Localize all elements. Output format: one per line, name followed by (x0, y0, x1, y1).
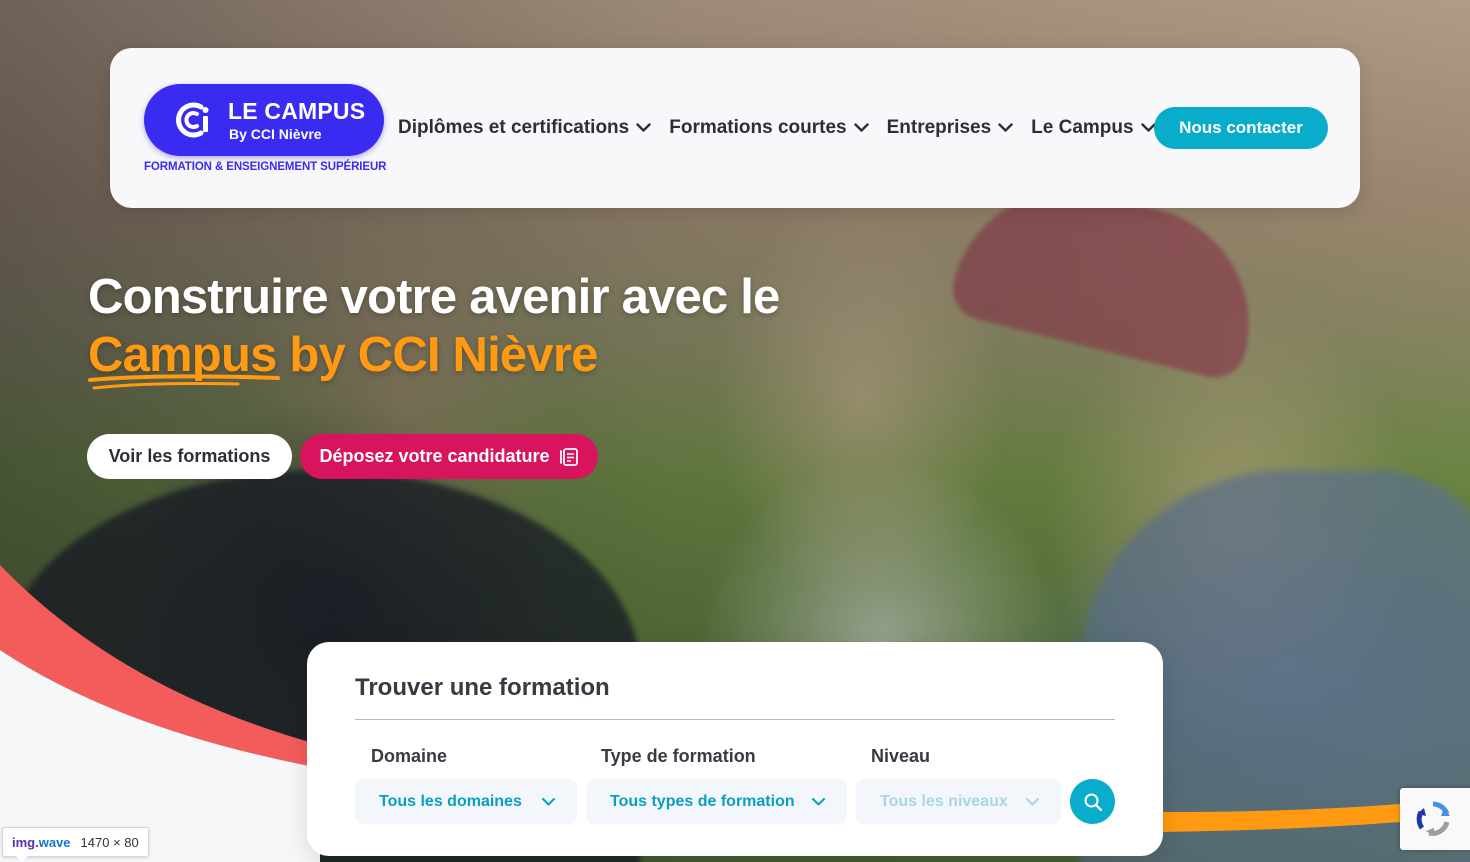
nav-item-label: Formations courtes (669, 117, 847, 138)
search-title: Trouver une formation (355, 674, 610, 701)
chevron-down-icon (542, 797, 555, 805)
logo-tagline: FORMATION & ENSEIGNEMENT SUPÉRIEUR (144, 161, 387, 173)
recaptcha-badge[interactable] (1400, 788, 1470, 850)
search-divider (355, 719, 1115, 720)
logo-badge: LE CAMPUS By CCI Nièvre (144, 84, 384, 156)
domaine-select[interactable]: Tous les domaines (355, 779, 577, 824)
domaine-label: Domaine (371, 746, 448, 766)
nav-item-entreprises[interactable]: Entreprises (887, 117, 1014, 139)
site-header: LE CAMPUS By CCI Nièvre FORMATION & ENSE… (110, 48, 1360, 208)
type-formation-select[interactable]: Tous types de formation (586, 779, 847, 824)
imgwave-tooltip: img.wave 1470 × 80 (2, 827, 149, 862)
chevron-down-icon (1026, 797, 1039, 805)
nav-item-diplomes[interactable]: Diplômes et certifications (398, 117, 651, 139)
chevron-down-icon (998, 123, 1013, 132)
chevron-down-icon (853, 123, 869, 132)
nav-item-label: Le Campus (1031, 117, 1134, 138)
nav-item-label: Diplômes et certifications (398, 117, 630, 138)
logo-title: LE CAMPUS (228, 98, 366, 124)
hero-headline: Construire votre avenir avec le Campus b… (88, 268, 848, 384)
niveau-value: Tous les niveaux (880, 792, 1008, 810)
type-formation-value: Tous types de formation (610, 792, 795, 810)
imgwave-dimensions: 1470 × 80 (80, 834, 139, 850)
niveau-label: Niveau (871, 746, 931, 766)
logo-subtitle: By CCI Nièvre (229, 126, 322, 142)
nav-item-le-campus[interactable]: Le Campus (1031, 117, 1156, 139)
search-formation-card: Trouver une formation Domaine Tous les d… (307, 642, 1163, 856)
type-formation-label: Type de formation (601, 746, 756, 766)
headline-main: Construire votre avenir avec le (88, 270, 780, 324)
chevron-down-icon (812, 797, 825, 805)
brush-underline (88, 374, 280, 390)
apply-button-label: Déposez votre candidature (319, 446, 550, 466)
view-formations-label: Voir les formations (108, 446, 271, 466)
nav-item-formations-courtes[interactable]: Formations courtes (669, 117, 869, 139)
domaine-value: Tous les domaines (379, 792, 522, 810)
view-formations-button[interactable]: Voir les formations (87, 434, 292, 479)
chevron-down-icon (636, 123, 651, 132)
apply-button[interactable]: Déposez votre candidature (300, 434, 598, 479)
recaptcha-icon (1416, 801, 1450, 836)
contact-button[interactable]: Nous contacter (1154, 107, 1328, 149)
imgwave-brand-b: wave (38, 834, 71, 850)
imgwave-brand: img.wave (12, 835, 71, 850)
search-button[interactable] (1070, 779, 1115, 824)
nav-item-label: Entreprises (886, 117, 992, 138)
form-document-icon (559, 447, 578, 466)
main-nav: Diplômes et certifications Formations co… (398, 114, 1174, 142)
campus-logo[interactable]: LE CAMPUS By CCI Nièvre FORMATION & ENSE… (144, 84, 387, 176)
niveau-select[interactable]: Tous les niveaux (856, 779, 1061, 824)
search-icon (1084, 793, 1102, 811)
imgwave-brand-a: img. (12, 834, 39, 850)
cci-logo-icon (176, 102, 209, 138)
